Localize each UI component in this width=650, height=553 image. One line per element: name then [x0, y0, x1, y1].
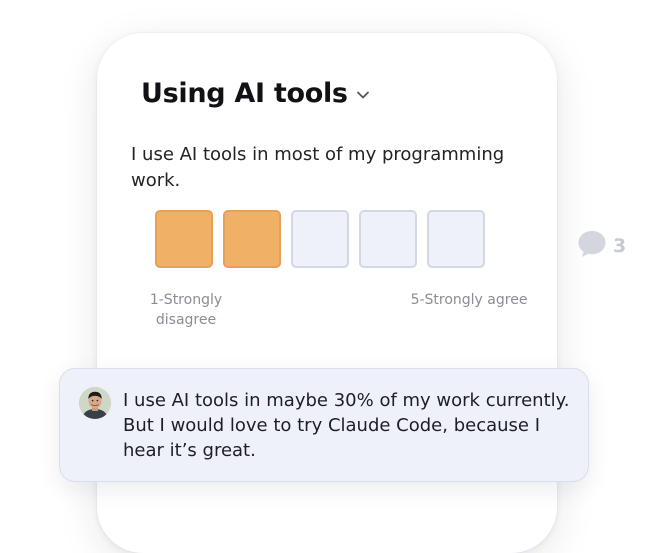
comments-button[interactable]: 3 — [575, 227, 626, 265]
scale-low-label: 1-Strongly disagree — [149, 292, 223, 328]
question-text: I use AI tools in most of my programming… — [131, 144, 505, 191]
response-bubble: I use AI tools in maybe 30% of my work c… — [59, 368, 589, 482]
comment-count: 3 — [613, 235, 627, 257]
section-dropdown[interactable]: Using AI tools — [141, 78, 370, 109]
scale-option-2[interactable] — [223, 210, 281, 268]
scale-option-3[interactable] — [291, 210, 349, 268]
response-text: I use AI tools in maybe 30% of my work c… — [123, 390, 570, 461]
scale-option-1[interactable] — [155, 210, 213, 268]
scale-option-4[interactable] — [359, 210, 417, 268]
scale-high-label: 5-Strongly agree — [410, 292, 528, 308]
scale-option-5[interactable] — [427, 210, 485, 268]
chevron-down-icon — [356, 88, 370, 102]
speech-bubble-icon — [575, 227, 609, 265]
likert-scale — [155, 210, 485, 268]
user-avatar — [79, 387, 111, 419]
section-title: Using AI tools — [141, 78, 348, 109]
